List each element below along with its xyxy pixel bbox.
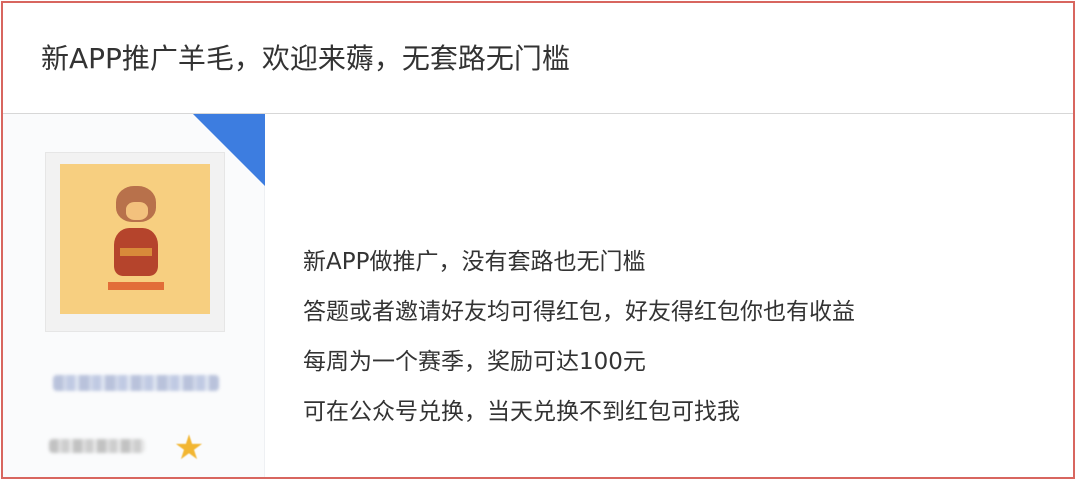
thread-title[interactable]: 新APP推广羊毛，欢迎来薅，无套路无门槛 [41, 39, 570, 79]
post-body: 新APP做推广，没有套路也无门槛 答题或者邀请好友均可得红包，好友得红包你也有收… [303, 237, 855, 437]
medal-star-icon: ★ [173, 428, 205, 468]
author-level-blurred [49, 439, 145, 453]
post-line: 可在公众号兑换，当天兑换不到红包可找我 [303, 399, 740, 425]
post-line: 每周为一个赛季，奖励可达100元 [303, 349, 646, 375]
author-name-blurred[interactable] [53, 375, 219, 391]
post-line: 新APP做推广，没有套路也无门槛 [303, 249, 646, 275]
author-panel: ★ [3, 114, 265, 477]
post-line: 答题或者邀请好友均可得红包，好友得红包你也有收益 [303, 299, 855, 325]
avatar-image [60, 164, 210, 314]
post-card: 新APP推广羊毛，欢迎来薅，无套路无门槛 ★ 新APP做推广，没有套路也无门槛 … [1, 1, 1075, 479]
pixel-character-icon [108, 186, 164, 294]
avatar[interactable] [45, 152, 225, 332]
thread-header: 新APP推广羊毛，欢迎来薅，无套路无门槛 [3, 3, 1073, 114]
